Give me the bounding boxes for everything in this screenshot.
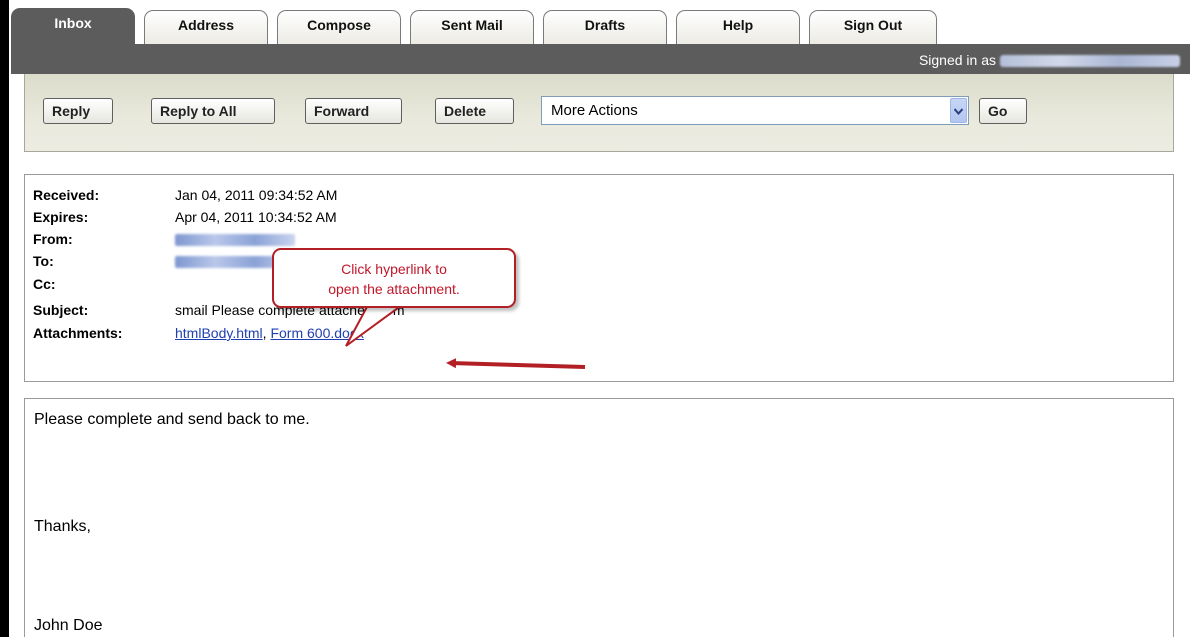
tab-compose[interactable]: Compose <box>277 10 401 44</box>
cc-label: Cc: <box>33 276 56 292</box>
body-line-1: Please complete and send back to me. <box>34 411 310 428</box>
message-toolbar: Reply Reply to All Forward Delete More A… <box>24 74 1174 152</box>
redacted-account-email <box>1000 55 1180 68</box>
more-actions-select[interactable]: More Actions <box>541 96 969 125</box>
dropdown-arrow-icon[interactable] <box>950 98 967 123</box>
tab-bar: Inbox Address Compose Sent Mail Drafts H… <box>11 4 1190 48</box>
redacted-sender-email <box>175 234 295 247</box>
tab-drafts[interactable]: Drafts <box>543 10 667 44</box>
attachments-list: htmlBody.html, Form 600.docx <box>175 325 364 341</box>
reply-button[interactable]: Reply <box>43 98 113 124</box>
message-body: Please complete and send back to me. Tha… <box>24 398 1174 637</box>
expires-label: Expires: <box>33 209 89 225</box>
reply-all-button[interactable]: Reply to All <box>151 98 275 124</box>
attachment-link-form-600[interactable]: Form 600.docx <box>270 325 363 341</box>
tab-help[interactable]: Help <box>676 10 800 44</box>
forward-button[interactable]: Forward <box>305 98 402 124</box>
signed-in-status: Signed in as <box>919 52 1180 68</box>
delete-button[interactable]: Delete <box>435 98 514 124</box>
message-header-panel: Received: Jan 04, 2011 09:34:52 AM Expir… <box>24 174 1174 382</box>
callout-line-2: open the attachment. <box>328 281 460 297</box>
from-value[interactable] <box>175 231 295 247</box>
attachment-link-htmlbody[interactable]: htmlBody.html <box>175 325 263 341</box>
body-line-2: Thanks, <box>34 518 91 535</box>
more-actions-value: More Actions <box>551 102 638 119</box>
from-label: From: <box>33 231 73 247</box>
to-label: To: <box>33 253 54 269</box>
received-value: Jan 04, 2011 09:34:52 AM <box>175 187 338 203</box>
frame-gap <box>9 0 11 637</box>
attachments-label: Attachments: <box>33 325 123 341</box>
signed-in-label: Signed in as <box>918 52 996 68</box>
tab-address[interactable]: Address <box>144 10 268 44</box>
body-line-3: John Doe <box>34 617 103 634</box>
go-button[interactable]: Go <box>979 98 1027 124</box>
account-bar: Signed in as <box>11 44 1190 74</box>
tab-sign-out[interactable]: Sign Out <box>809 10 937 44</box>
window-frame-edge <box>0 0 9 637</box>
tab-inbox[interactable]: Inbox <box>11 8 135 48</box>
subject-label: Subject: <box>33 302 89 318</box>
callout-line-1: Click hyperlink to <box>341 261 447 277</box>
expires-value: Apr 04, 2011 10:34:52 AM <box>175 209 337 225</box>
tab-sent-mail[interactable]: Sent Mail <box>410 10 534 44</box>
received-label: Received: <box>33 187 100 203</box>
hint-callout: Click hyperlink to open the attachment. <box>272 248 516 308</box>
